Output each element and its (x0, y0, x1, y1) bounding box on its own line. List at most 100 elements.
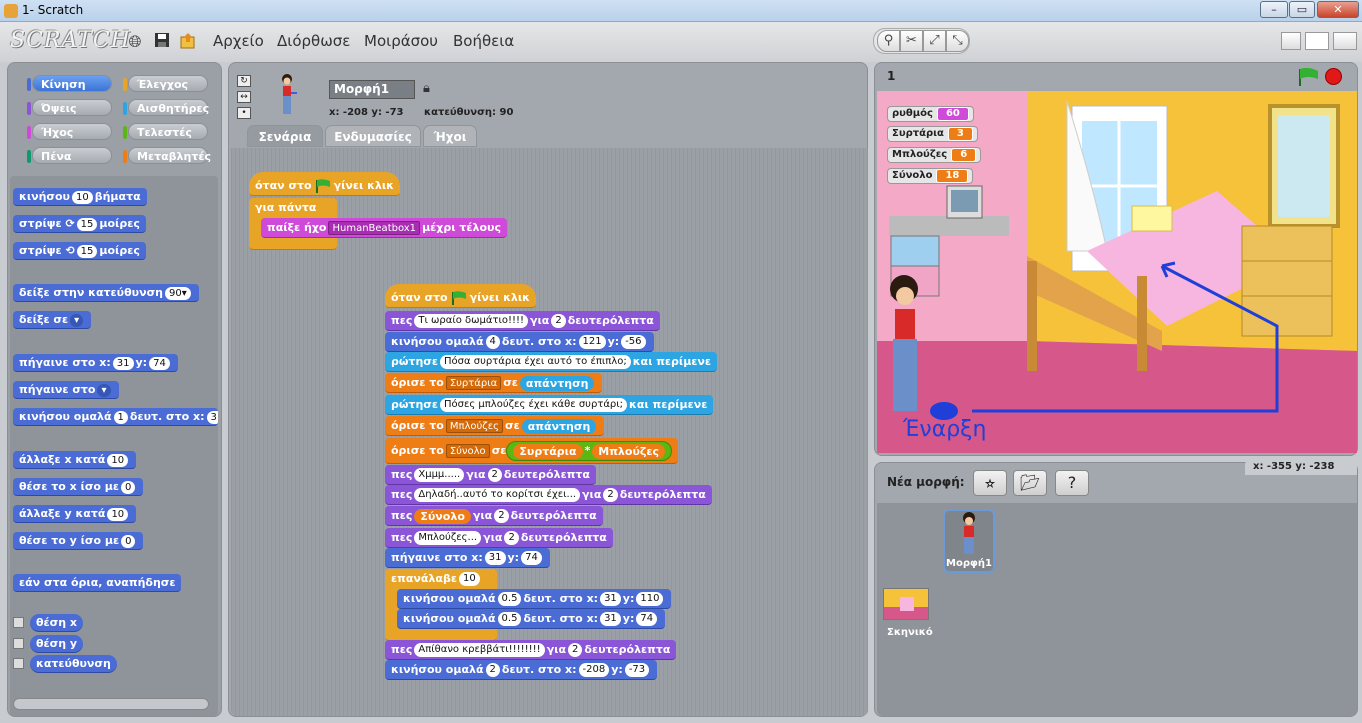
point-direction-block[interactable]: δείξε στην κατεύθυνση 90▾ (13, 284, 199, 302)
category-variables[interactable]: Μεταβλητές (123, 147, 211, 164)
random-sprite-icon[interactable]: ? (1055, 470, 1089, 496)
glide-block[interactable]: κινήσου ομαλά 0.5 δευτ. στο x: 31 y: 74 (397, 609, 666, 629)
variable-monitor[interactable]: Συρτάρια 3 (887, 126, 978, 142)
category-motion[interactable]: Κίνηση (27, 75, 112, 92)
rotate-ccw-icon: ⟲ (65, 244, 75, 257)
new-sprite-label: Νέα μορφή: (887, 475, 965, 489)
scripts-area[interactable]: όταν στο γίνει κλικ για πάντα παίξε ήχο Hu… (231, 148, 868, 716)
palette-scrollbar[interactable] (13, 698, 209, 710)
close-button[interactable]: ✕ (1317, 1, 1359, 18)
tab-scripts[interactable]: Σενάρια (247, 125, 323, 147)
point-towards-block[interactable]: δείξε σε ▾ (13, 311, 92, 329)
presentation-mode-icon[interactable] (1333, 32, 1357, 50)
choose-sprite-icon[interactable]: 📂︎ (1013, 470, 1047, 496)
small-stage-icon[interactable] (1281, 32, 1301, 50)
when-flag-clicked-hat[interactable]: όταν στο γίνει κλικ (249, 172, 400, 196)
sprite-tile[interactable]: Μορφή1 (943, 509, 995, 573)
set-y-block[interactable]: θέσε το y ίσο με 0 (13, 532, 144, 550)
menu-share[interactable]: Μοιράσου (364, 32, 438, 50)
set-var-block[interactable]: όρισε το Συρτάρια σε απάντηση (385, 373, 603, 393)
category-sensing[interactable]: Αισθητήρες (123, 99, 209, 116)
goto-block[interactable]: πήγαινε στο ▾ (13, 381, 119, 399)
grow-tool-icon[interactable]: ⤢ (923, 30, 946, 52)
goto-xy-block[interactable]: πήγαινε στο x: 31 y: 74 (385, 548, 550, 568)
stage-canvas[interactable]: ρυθμός 60 Συρτάρια 3 Μπλούζες 6 Σύνολο 18 Έν… (877, 91, 1357, 453)
sprite-thumbnail (277, 73, 307, 118)
scratch-logo: SCRATCH (10, 28, 131, 53)
ask-block[interactable]: ρώτησε Πόσα συρτάρια έχει αυτό το έπιπλο;… (385, 352, 718, 372)
flip-style-icon[interactable]: ↔ (237, 91, 251, 103)
direction-checkbox[interactable] (13, 658, 24, 669)
lock-icon[interactable]: 🔒︎ (423, 81, 430, 96)
globe-icon[interactable]: 🌐︎ (125, 32, 145, 52)
mouse-coords: x: -355 y: -238 (1245, 459, 1357, 475)
turn-left-block[interactable]: στρίψε ⟲ 15 μοίρες (13, 242, 146, 260)
category-looks[interactable]: Όψεις (27, 99, 112, 116)
set-var-block[interactable]: όρισε το Μπλούζες σε απάντηση (385, 416, 605, 436)
rotate-style-icon[interactable]: ↻ (237, 75, 251, 87)
stop-button[interactable] (1325, 68, 1342, 85)
when-flag-clicked-hat-2[interactable]: όταν στο γίνει κλικ (385, 284, 536, 308)
sprite-direction: κατεύθυνση: 90 (424, 107, 514, 118)
ask-block[interactable]: ρώτησε Πόσες μπλούζες έχει κάθε συρτάρι; κ… (385, 395, 714, 415)
delete-tool-icon[interactable]: ✂ (900, 30, 923, 52)
maximize-button[interactable]: ▭ (1289, 1, 1315, 18)
shrink-tool-icon[interactable]: ⤡ (946, 30, 969, 52)
bounce-block[interactable]: εάν στα όρια, αναπήδησε (13, 574, 182, 592)
y-position-checkbox[interactable] (13, 638, 24, 649)
glide-block[interactable]: κινήσου ομαλά 2 δευτ. στο x: -208 y: -73 (385, 660, 658, 680)
app-icon (4, 4, 18, 18)
menu-file[interactable]: Αρχείο (213, 32, 264, 50)
variable-monitor[interactable]: Σύνολο 18 (887, 168, 974, 184)
sprite-header: ↻ ↔ • Μορφή1 🔒︎ x: -208 y: -73 κατεύθυνσ… (229, 63, 869, 148)
duplicate-tool-icon[interactable]: ⚲ (877, 30, 900, 52)
play-sound-block[interactable]: παίξε ήχο HumanBeatbox1 μέχρι τέλους (261, 218, 507, 238)
stage-thumbnail[interactable] (883, 588, 929, 620)
glide-block[interactable]: κινήσου ομαλά 0.5 δευτ. στο x: 31 y: 110 (397, 589, 672, 609)
tab-sounds[interactable]: Ήχοι (423, 125, 477, 147)
save-icon[interactable] (152, 32, 172, 52)
category-sound[interactable]: Ήχος (27, 123, 112, 140)
palette-blocks-area: κινήσου 10 βήματα στρίψε ⟳ 15 μοίρες στρίψε … (10, 176, 218, 716)
sprite-tile-name: Μορφή1 (946, 558, 992, 569)
window-titlebar: 1- Scratch – ▭ ✕ (0, 0, 1362, 22)
stage-page-number: 1 (887, 69, 896, 83)
glide-block[interactable]: κινήσου ομαλά1δευτ. στο x:31 (13, 408, 218, 426)
share-icon[interactable] (178, 32, 198, 52)
say-block[interactable]: πες Χμμμ..... για 2 δευτερόλεπτα (385, 465, 596, 485)
set-x-block[interactable]: θέσε το x ίσο με 0 (13, 478, 144, 496)
y-position-reporter[interactable]: θέση y (30, 635, 84, 653)
goto-xy-block[interactable]: πήγαινε στο x: 31 y: 74 (13, 354, 178, 372)
menu-edit[interactable]: Διόρθωσε (277, 32, 350, 50)
category-control[interactable]: Έλεγχος (123, 75, 208, 92)
normal-stage-icon[interactable] (1305, 32, 1329, 50)
x-position-checkbox[interactable] (13, 617, 24, 628)
change-y-block[interactable]: άλλαξε y κατά 10 (13, 505, 137, 523)
say-block[interactable]: πες Μπλούζες... για 2 δευτερόλεπτα (385, 528, 613, 548)
minimize-button[interactable]: – (1260, 1, 1288, 18)
green-flag-button[interactable] (1297, 67, 1319, 89)
green-flag-icon (1299, 67, 1318, 86)
variable-monitor[interactable]: Μπλούζες 6 (887, 147, 982, 163)
menu-help[interactable]: Βοήθεια (453, 32, 514, 50)
sprite-thumbnail (963, 512, 975, 554)
move-steps-block[interactable]: κινήσου 10 βήματα (13, 188, 147, 206)
glide-block[interactable]: κινήσου ομαλά 4 δευτ. στο x: 121 y: -56 (385, 332, 654, 352)
tab-costumes[interactable]: Ενδυμασίες (325, 125, 421, 147)
x-position-reporter[interactable]: θέση x (30, 614, 84, 632)
say-block[interactable]: πες Δηλαδή..αυτό το κορίτσι έχει... για 2 δε… (385, 485, 712, 505)
variable-monitor[interactable]: ρυθμός 60 (887, 106, 974, 122)
category-pen[interactable]: Πένα (27, 147, 112, 164)
category-operators[interactable]: Τελεστές (123, 123, 208, 140)
window-title: 1- Scratch (22, 3, 84, 17)
sprite-name-field[interactable]: Μορφή1 (329, 80, 415, 99)
turn-right-block[interactable]: στρίψε ⟳ 15 μοίρες (13, 215, 146, 233)
no-rotate-icon[interactable]: • (237, 107, 251, 119)
say-block[interactable]: πες Τι ωραίο δωμάτιο!!!! για 2 δευτερόλεπτα (385, 311, 660, 331)
say-block[interactable]: πες Απίθανο κρεββάτι!!!!!!!! για 2 δευτερόλε… (385, 640, 677, 660)
say-block[interactable]: πες Σύνολο για 2 δευτερόλεπτα (385, 506, 603, 526)
set-var-block[interactable]: όρισε το Σύνολο σε Συρτάρια * Μπλούζες (385, 438, 679, 464)
change-x-block[interactable]: άλλαξε x κατά 10 (13, 451, 137, 469)
direction-reporter[interactable]: κατεύθυνση (30, 655, 117, 673)
paint-sprite-icon[interactable]: ⭐︎ (973, 470, 1007, 496)
